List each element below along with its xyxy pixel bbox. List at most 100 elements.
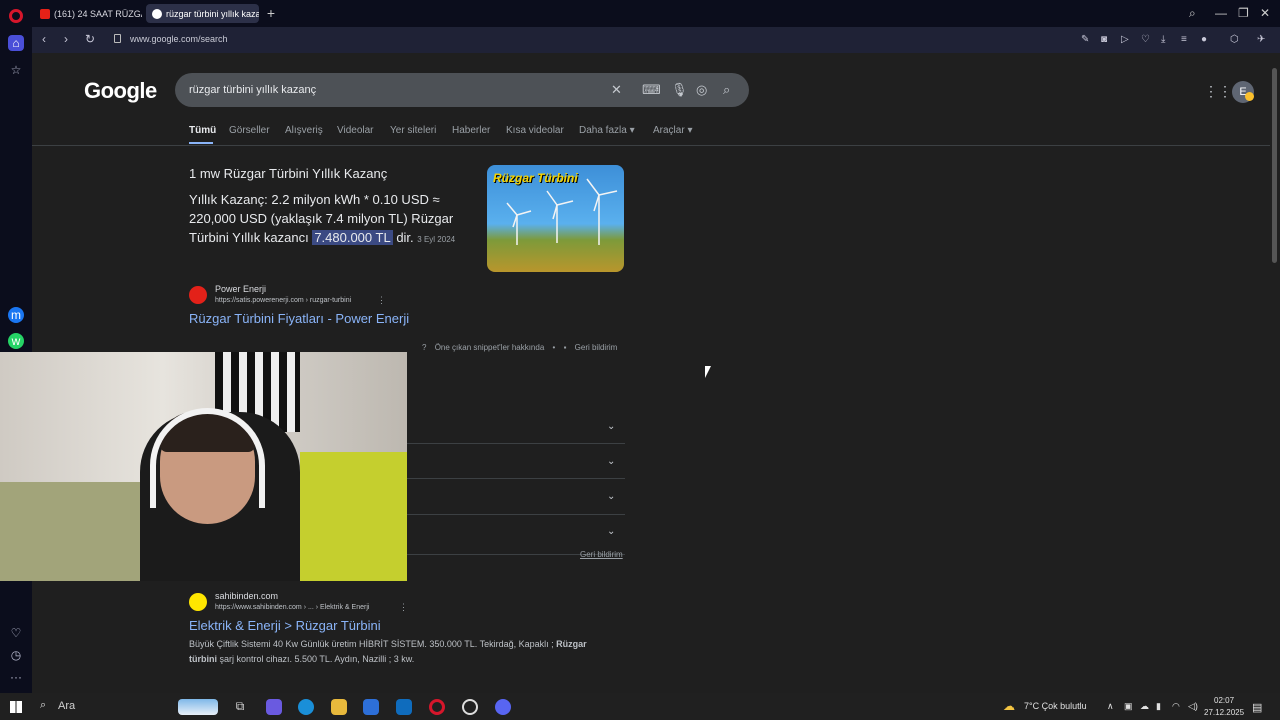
snippet-highlight: 7.480.000 TL xyxy=(312,230,393,245)
ai-icon[interactable]: ✈ xyxy=(1257,34,1265,45)
search-tabs-icon[interactable]: ⌕ xyxy=(1189,6,1196,21)
discord-icon[interactable] xyxy=(495,699,511,715)
camera-icon[interactable]: ◙ xyxy=(1101,34,1107,45)
source-name[interactable]: sahibinden.com xyxy=(215,591,278,601)
tab-tools[interactable]: Araçlar ▾ xyxy=(653,125,692,136)
url-field[interactable]: www.google.com/search xyxy=(130,34,228,44)
reload-icon[interactable]: ↻ xyxy=(85,32,95,46)
download-icon[interactable]: ⤓ xyxy=(1161,34,1165,45)
search-box[interactable]: rüzgar türbini yıllık kazanç ✕ ⌨ 🎙 ◎ ⌕ xyxy=(175,73,749,107)
notification-badge xyxy=(1245,92,1254,101)
heart-toolbar-icon[interactable]: ♡ xyxy=(1141,34,1150,45)
search-icon[interactable]: ⌕ xyxy=(723,82,730,98)
result-link[interactable]: Elektrik & Enerji > Rüzgar Türbini xyxy=(189,618,381,633)
featured-snippet-title: 1 mw Rüzgar Türbini Yıllık Kazanç xyxy=(189,166,388,181)
windows-start-icon[interactable] xyxy=(10,701,22,713)
restore-button[interactable]: ❐ xyxy=(1238,6,1249,20)
more-options-icon[interactable]: ⋮ xyxy=(377,295,386,306)
edge-icon[interactable] xyxy=(298,699,314,715)
chevron-down-icon[interactable]: ⌄ xyxy=(607,526,615,537)
obs-icon[interactable] xyxy=(462,699,478,715)
search-highlight-icon[interactable] xyxy=(178,699,218,715)
more-options-icon[interactable]: ⋮ xyxy=(399,602,408,613)
history-icon[interactable]: ◷ xyxy=(8,647,24,663)
mic-tray-icon[interactable]: ▮ xyxy=(1156,701,1161,712)
taskbar-search[interactable]: Ara xyxy=(58,700,75,712)
opera-logo-icon[interactable] xyxy=(9,9,23,23)
chevron-up-icon[interactable]: ∧ xyxy=(1107,701,1114,712)
snippet-about-row: ? Öne çıkan snippet'ler hakkında • ▪ Ger… xyxy=(422,343,618,352)
chevron-down-icon[interactable]: ⌄ xyxy=(607,456,615,467)
mic-icon[interactable]: 🎙 xyxy=(671,82,688,98)
result-link[interactable]: Rüzgar Türbini Fiyatları - Power Enerji xyxy=(189,311,409,326)
heart-icon[interactable]: ♡ xyxy=(8,625,24,641)
scrollbar-thumb[interactable] xyxy=(1272,68,1277,263)
tab-videos[interactable]: Videolar xyxy=(337,125,374,136)
tab-strip: (161) 24 SAAT RÜZGAR T rüzgar türbini yı… xyxy=(0,0,1280,27)
wifi-icon[interactable]: ◠ xyxy=(1172,701,1180,712)
star-icon[interactable]: ☆ xyxy=(8,62,24,78)
featured-snippet-text: Yıllık Kazanç: 2.2 milyon kWh * 0.10 USD… xyxy=(189,190,469,249)
outlook-icon[interactable] xyxy=(396,699,412,715)
tray-app-icon[interactable]: ▣ xyxy=(1124,701,1133,712)
clock-time: 02:07 xyxy=(1214,696,1235,705)
close-button[interactable]: ✕ xyxy=(1260,6,1270,20)
about-snippets-link[interactable]: Öne çıkan snippet'ler hakkında xyxy=(435,343,545,352)
feedback-link[interactable]: Geri bildirim xyxy=(575,343,618,352)
notifications-icon[interactable]: ▤ xyxy=(1252,701,1262,714)
featured-snippet-image[interactable]: Rüzgar Türbini xyxy=(487,165,624,272)
task-view-icon[interactable]: ⧉ xyxy=(232,699,248,715)
new-tab-button[interactable]: + xyxy=(264,6,278,20)
play-icon[interactable]: ▷ xyxy=(1121,34,1129,45)
edit-icon[interactable]: ✎ xyxy=(1081,34,1089,45)
result-snippet: Büyük Çiftlik Sistemi 40 Kw Günlük üreti… xyxy=(189,637,609,667)
tab-shopping[interactable]: Alışveriş xyxy=(285,125,323,136)
copilot-icon[interactable] xyxy=(266,699,282,715)
chevron-down-icon[interactable]: ⌄ xyxy=(607,421,615,432)
source-url[interactable]: https://satis.powerenerji.com › ruzgar-t… xyxy=(215,297,351,304)
tab-title: (161) 24 SAAT RÜZGAR T xyxy=(54,8,142,19)
store-icon[interactable] xyxy=(363,699,379,715)
more-icon[interactable]: ··· xyxy=(8,669,24,685)
chevron-down-icon[interactable]: ⌄ xyxy=(607,491,615,502)
volume-icon[interactable]: ◁) xyxy=(1188,701,1198,712)
tab-places[interactable]: Yer siteleri xyxy=(390,125,436,136)
extension-icon[interactable]: ⬡ xyxy=(1230,34,1239,45)
tab-youtube[interactable]: (161) 24 SAAT RÜZGAR T xyxy=(34,4,142,23)
lens-icon[interactable]: ◎ xyxy=(696,82,707,98)
opera-taskbar-icon[interactable] xyxy=(429,699,445,715)
mouse-cursor-icon xyxy=(705,366,711,378)
back-icon[interactable]: ‹ xyxy=(42,32,46,46)
keyboard-icon[interactable]: ⌨ xyxy=(642,82,661,98)
profile-icon[interactable]: ● xyxy=(1201,34,1207,45)
forward-icon[interactable]: › xyxy=(64,32,68,46)
tab-images[interactable]: Görseller xyxy=(229,125,270,136)
cloud-icon[interactable]: ☁ xyxy=(1140,701,1149,712)
home-icon[interactable]: ⌂ xyxy=(8,35,24,51)
tab-google-search[interactable]: rüzgar türbini yıllık kazanç xyxy=(146,4,259,23)
paa-divider xyxy=(407,443,625,444)
clock[interactable]: 02:07 27.12.2025 xyxy=(1204,695,1244,719)
messenger-icon[interactable]: m xyxy=(8,307,24,323)
search-input[interactable]: rüzgar türbini yıllık kazanç xyxy=(189,84,316,96)
whatsapp-icon[interactable]: w xyxy=(8,333,24,349)
file-explorer-icon[interactable] xyxy=(331,699,347,715)
tab-short-videos[interactable]: Kısa videolar xyxy=(506,125,564,136)
google-logo[interactable]: Google xyxy=(84,78,157,104)
power-icon[interactable] xyxy=(189,286,207,304)
source-url[interactable]: https://www.sahibinden.com › ... › Elekt… xyxy=(215,604,369,611)
snippet-text-end: dir. xyxy=(392,230,414,245)
paa-feedback-link[interactable]: Geri bildirim xyxy=(580,550,623,559)
tab-all[interactable]: Tümü xyxy=(189,125,216,136)
webcam-overlay xyxy=(0,352,407,581)
menu-icon[interactable]: ≡ xyxy=(1181,34,1187,45)
clear-icon[interactable]: ✕ xyxy=(611,82,622,98)
tab-more[interactable]: Daha fazla ▾ xyxy=(579,125,635,136)
source-name[interactable]: Power Enerji xyxy=(215,284,266,294)
weather-text[interactable]: 7°C Çok bulutlu xyxy=(1024,701,1087,711)
tab-news[interactable]: Haberler xyxy=(452,125,490,136)
sahibinden-icon[interactable] xyxy=(189,593,207,611)
webcam-pillow xyxy=(300,452,407,581)
minimize-button[interactable]: — xyxy=(1215,6,1227,20)
search-taskbar-icon: ⌕ xyxy=(40,699,47,711)
